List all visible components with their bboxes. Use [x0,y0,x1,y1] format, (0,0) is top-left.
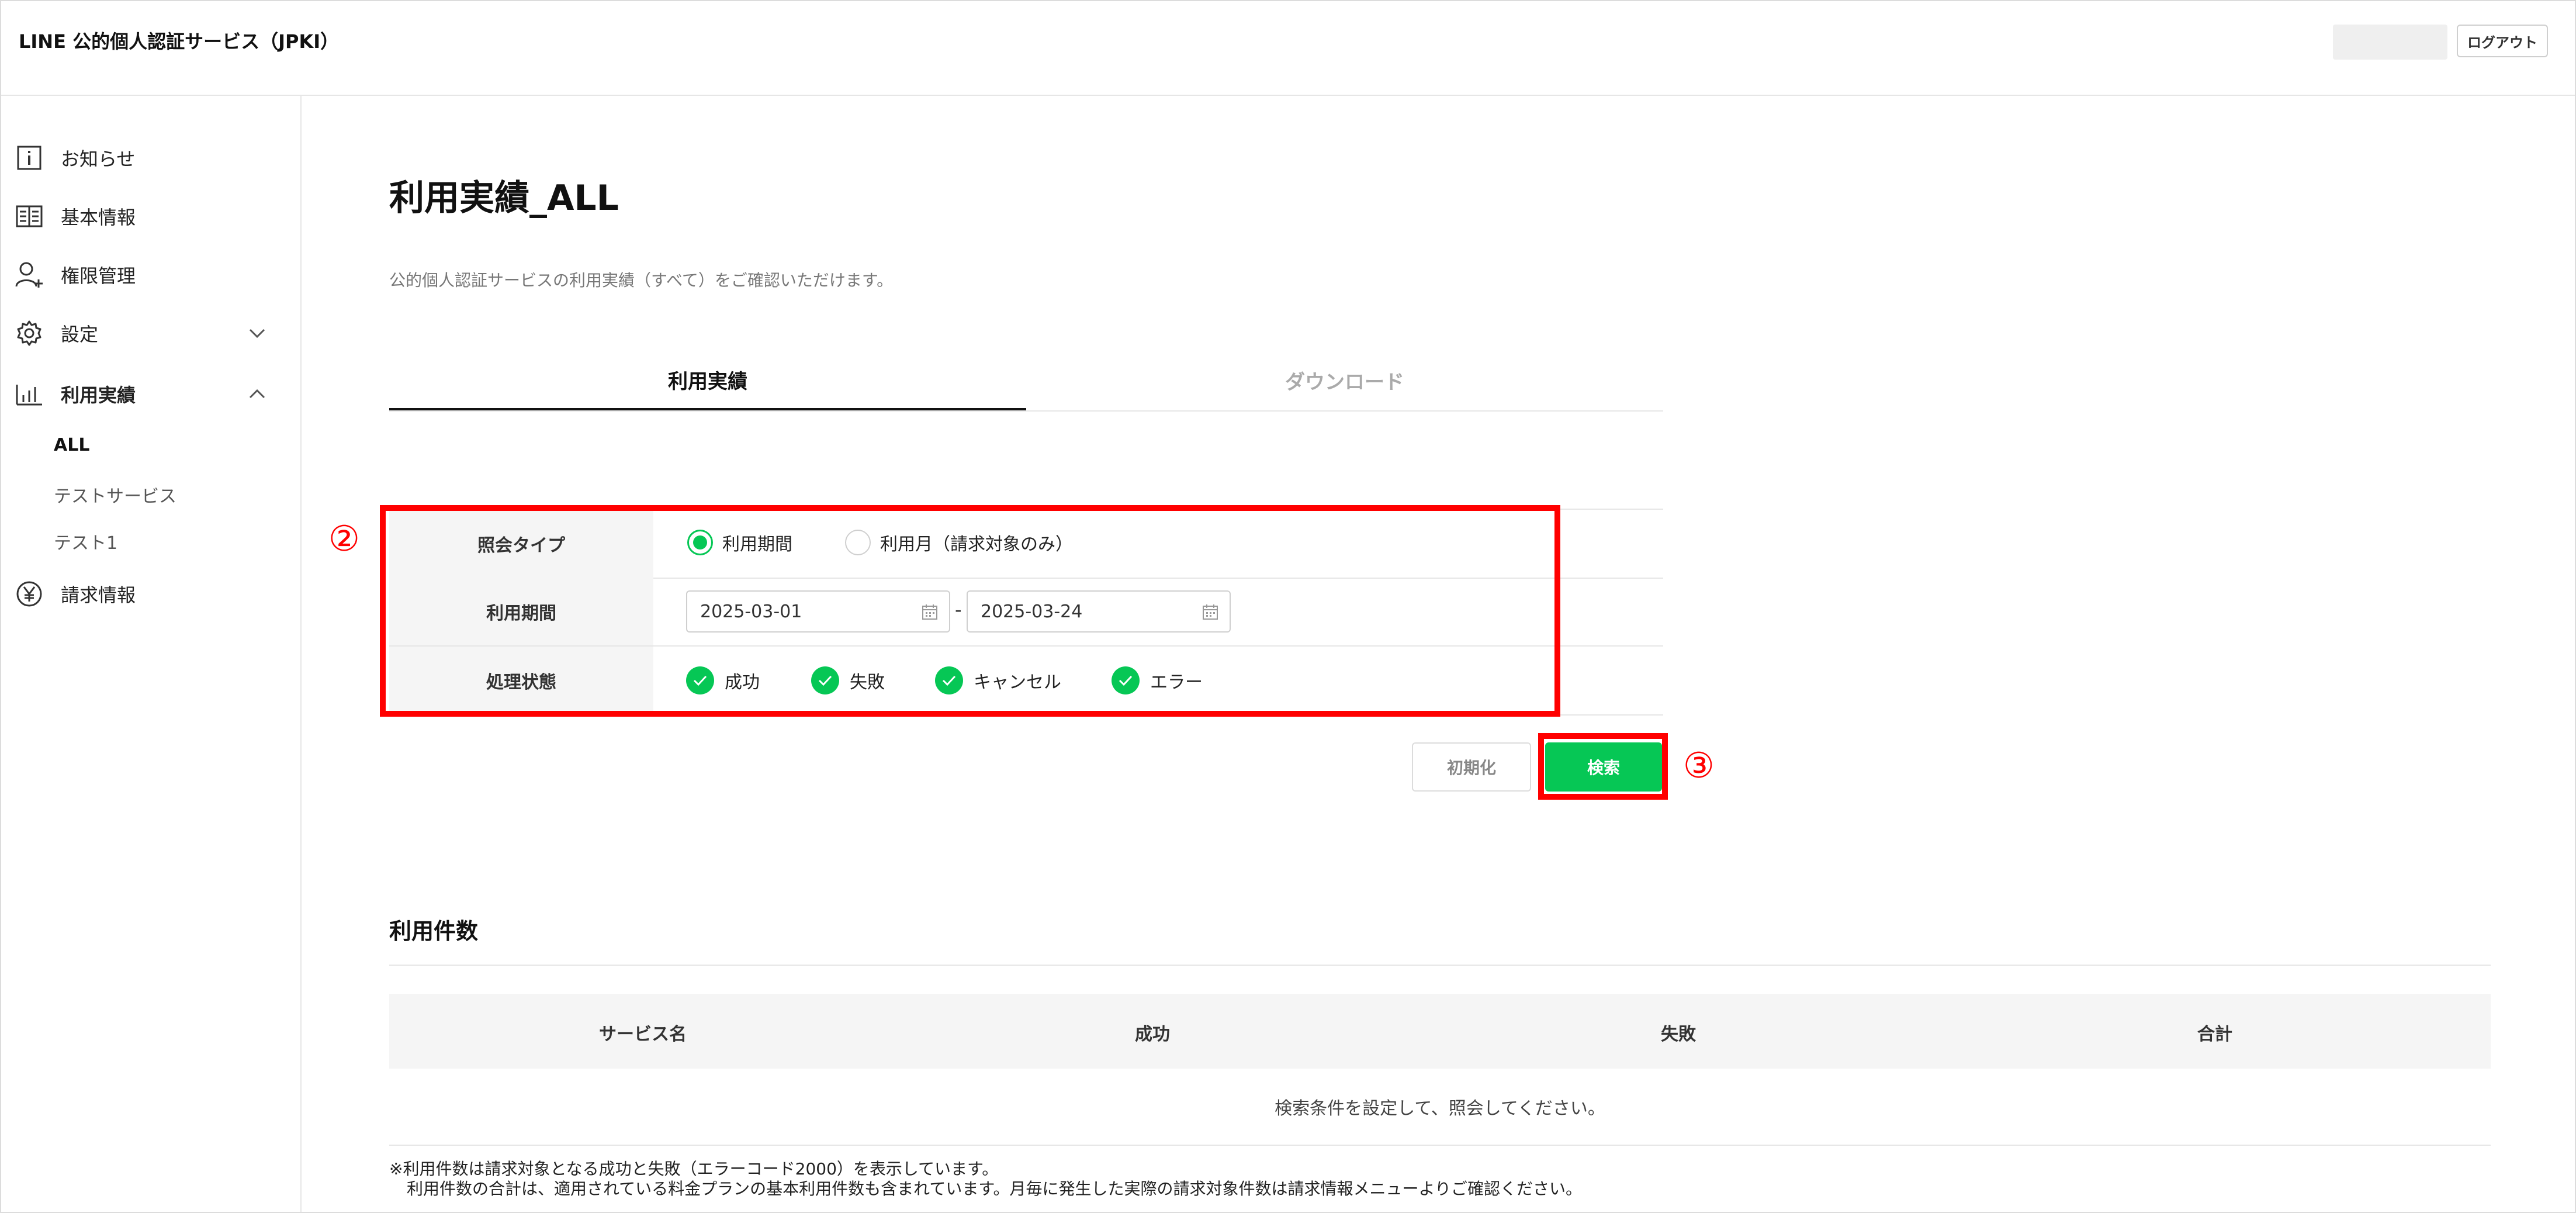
sidebar-item-label: 利用実績 [61,384,136,406]
sidebar-subitem-test-service[interactable]: テストサービス [54,482,176,507]
annotation-box-search [1538,733,1668,800]
sidebar-item-permissions[interactable]: 権限管理 [1,251,300,298]
tab-download[interactable]: ダウンロード [1026,351,1663,409]
gear-icon [14,318,44,348]
usage-table-empty-row: 検索条件を設定して、照会してください。 [389,1069,2491,1146]
page-title: 利用実績_ALL [389,178,619,219]
sidebar-item-usage[interactable]: 利用実績 [1,371,300,417]
reset-button[interactable]: 初期化 [1412,742,1531,792]
chevron-down-icon[interactable] [247,323,268,344]
user-name-box [2333,25,2447,60]
annotation-box-form [380,505,1560,717]
usage-section-title: 利用件数 [389,918,479,944]
chevron-up-icon[interactable] [247,383,268,405]
annotation-marker-3: ③ [1683,745,1715,786]
page-description: 公的個人認証サービスの利用実績（すべて）をご確認いただけます。 [389,271,894,290]
usage-table-header: サービス名 成功 失敗 合計 [389,994,2491,1069]
empty-message: 検索条件を設定して、照会してください。 [1275,1098,1605,1119]
section-divider [389,965,2491,966]
app-title: LINE 公的個人認証サービス（JPKI） [19,30,340,53]
sidebar-item-billing[interactable]: 請求情報 [1,571,300,617]
sidebar-item-settings[interactable]: 設定 [1,310,300,357]
column-header-failure: 失敗 [1661,1024,1696,1045]
sidebar: お知らせ 基本情報 権限管理 設定 利用実績 ALL テストサービス テスト1 [1,96,302,1212]
sidebar-item-label: 基本情報 [61,206,136,229]
sidebar-item-label: 請求情報 [61,584,136,606]
column-header-total: 合計 [2197,1024,2232,1045]
yen-icon [14,579,44,609]
sidebar-item-label: お知らせ [61,148,136,170]
tab-bar: 利用実績 ダウンロード [389,351,1663,412]
column-header-success: 成功 [1135,1024,1170,1045]
sidebar-item-label: 権限管理 [61,265,136,287]
sidebar-subitem-all[interactable]: ALL [54,435,89,455]
annotation-marker-2: ② [328,519,360,559]
bar-chart-icon [14,379,44,409]
sidebar-subitem-test1[interactable]: テスト1 [54,528,117,554]
sidebar-item-label: 設定 [61,323,99,345]
tab-usage[interactable]: 利用実績 [389,351,1026,410]
sidebar-item-notice[interactable]: お知らせ [1,134,300,181]
column-header-service: サービス名 [599,1024,687,1045]
usage-note-2: 利用件数の合計は、適用されている料金プランの基本利用件数も含まれています。月毎に… [407,1179,1582,1198]
sidebar-item-basic-info[interactable]: 基本情報 [1,193,300,240]
user-add-icon [14,260,44,290]
info-icon [14,143,44,173]
logout-button[interactable]: ログアウト [2457,25,2548,57]
book-icon [14,201,44,231]
app-header: LINE 公的個人認証サービス（JPKI） ログアウト [1,1,2575,96]
